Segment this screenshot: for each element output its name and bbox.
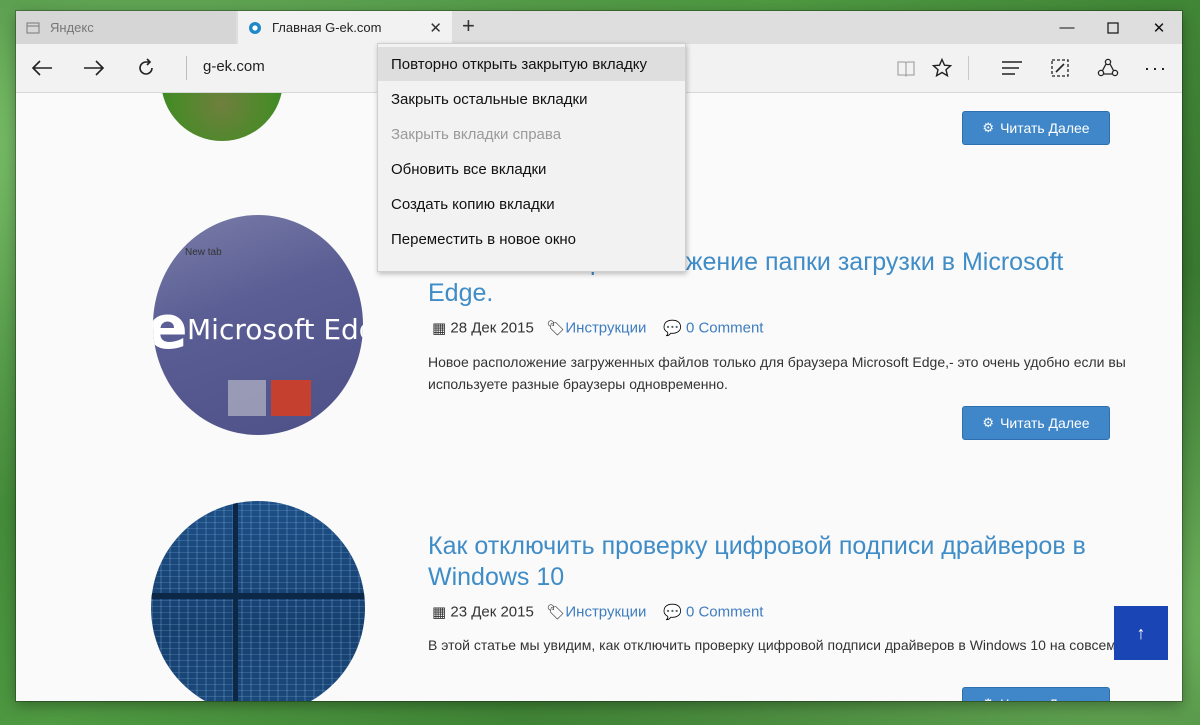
minimize-icon[interactable]: — bbox=[1044, 11, 1090, 44]
article-date: 23 Дек 2015 bbox=[450, 603, 534, 621]
share-icon[interactable] bbox=[1086, 44, 1130, 92]
tab-label: Яндекс bbox=[50, 20, 94, 35]
article-thumbnail[interactable] bbox=[161, 93, 283, 141]
close-icon[interactable]: ✕ bbox=[429, 19, 442, 37]
article-excerpt: В этой статье мы увидим, как отключить п… bbox=[428, 637, 1120, 653]
menu-item-reopen-closed-tab[interactable]: Повторно открыть закрытую вкладку bbox=[378, 47, 685, 81]
article-excerpt: Новое расположение загруженных файлов то… bbox=[428, 354, 1126, 392]
article-thumbnail[interactable]: New tab e Microsoft Edge bbox=[153, 215, 363, 435]
tag-icon: 🏷 bbox=[546, 604, 566, 622]
scroll-to-top-button[interactable]: ↑ bbox=[1114, 606, 1168, 660]
article-comments-link[interactable]: 0 Comment bbox=[686, 320, 764, 337]
menu-item-duplicate-tab[interactable]: Создать копию вкладки bbox=[378, 187, 685, 221]
gears-icon: ⚙ bbox=[982, 120, 995, 135]
refresh-icon[interactable] bbox=[124, 44, 168, 92]
article-meta: ▦ 23 Дек 2015 🏷Инструкции 💬 0 Comment bbox=[432, 603, 764, 622]
more-icon[interactable]: ··· bbox=[1134, 44, 1178, 92]
tab-gek[interactable]: Главная G-ek.com ✕ bbox=[238, 11, 452, 44]
edge-logo-icon: e bbox=[153, 293, 188, 363]
tab-strip: Яндекс Главная G-ek.com ✕ + — ✕ bbox=[16, 11, 1182, 44]
article-title[interactable]: Как отключить проверку цифровой подписи … bbox=[428, 531, 1128, 593]
new-tab-icon[interactable]: + bbox=[462, 15, 475, 37]
menu-item-close-other-tabs[interactable]: Закрыть остальные вкладки bbox=[378, 82, 685, 116]
read-more-button[interactable]: ⚙ Читать Далее bbox=[962, 111, 1110, 145]
tab-context-menu: Повторно открыть закрытую вкладку Закрыт… bbox=[377, 43, 686, 272]
article-category-link[interactable]: Инструкции bbox=[565, 604, 646, 621]
arrow-up-icon: ↑ bbox=[1136, 622, 1146, 643]
thumbnail-detail bbox=[151, 593, 365, 599]
article-comments-link[interactable]: 0 Comment bbox=[686, 604, 764, 621]
maximize-icon[interactable] bbox=[1090, 11, 1136, 44]
browser-window: Яндекс Главная G-ek.com ✕ + — ✕ g-ek.com bbox=[16, 11, 1182, 701]
favorite-star-icon[interactable] bbox=[920, 44, 964, 92]
tab-label: Главная G-ek.com bbox=[272, 20, 382, 35]
thumbnail-tile bbox=[271, 380, 311, 416]
comment-icon: 💬 bbox=[663, 320, 682, 338]
back-icon[interactable] bbox=[20, 44, 64, 92]
article-date: 28 Дек 2015 bbox=[450, 319, 534, 337]
thumbnail-tab-label: New tab bbox=[185, 247, 222, 258]
thumbnail-logo-text: Microsoft Edge bbox=[187, 313, 363, 346]
calendar-icon: ▦ bbox=[432, 320, 447, 338]
window-close-icon[interactable]: ✕ bbox=[1136, 11, 1182, 44]
read-more-button[interactable]: ⚙ Читать Далее bbox=[962, 406, 1110, 440]
divider bbox=[968, 56, 969, 80]
hub-icon[interactable] bbox=[990, 44, 1034, 92]
gears-icon: ⚙ bbox=[982, 415, 995, 430]
comment-icon: 💬 bbox=[663, 604, 682, 622]
read-more-button[interactable]: ⚙ Читать Далее bbox=[962, 687, 1110, 701]
web-note-icon[interactable] bbox=[1038, 44, 1082, 92]
article-thumbnail[interactable] bbox=[151, 501, 365, 701]
article-category-link[interactable]: Инструкции bbox=[565, 320, 646, 337]
forward-icon[interactable] bbox=[72, 44, 116, 92]
calendar-icon: ▦ bbox=[432, 604, 447, 622]
address-input[interactable]: g-ek.com bbox=[203, 58, 265, 75]
thumbnail-tile bbox=[228, 380, 266, 416]
menu-item-close-tabs-right: Закрыть вкладки справа bbox=[391, 125, 562, 143]
article-meta: ▦ 28 Дек 2015 🏷Инструкции 💬 0 Comment bbox=[432, 319, 764, 338]
site-favicon-icon bbox=[248, 21, 262, 35]
thumbnail-detail bbox=[233, 501, 238, 701]
menu-item-refresh-all-tabs[interactable]: Обновить все вкладки bbox=[378, 152, 685, 186]
page-icon bbox=[26, 21, 40, 35]
divider bbox=[186, 56, 187, 80]
tab-yandex[interactable]: Яндекс bbox=[16, 11, 236, 44]
tag-icon: 🏷 bbox=[546, 320, 566, 338]
menu-item-move-to-new-window[interactable]: Переместить в новое окно bbox=[378, 222, 685, 256]
gears-icon: ⚙ bbox=[982, 696, 994, 701]
